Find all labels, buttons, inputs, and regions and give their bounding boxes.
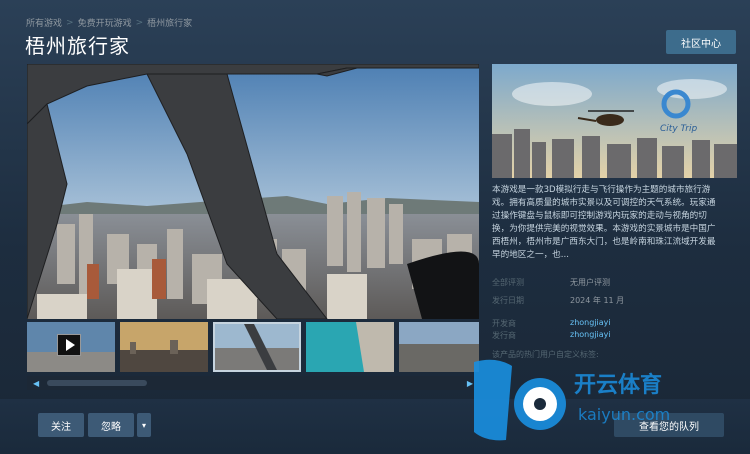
cockpit-city-image <box>27 64 479 319</box>
thumbnail-scrollbar[interactable]: ◀ ▶ <box>27 376 479 390</box>
publisher-label: 发行商 <box>492 331 516 340</box>
scroll-thumb[interactable] <box>47 380 147 386</box>
left-arrow-icon[interactable]: ◀ <box>33 379 39 388</box>
view-queue-button[interactable]: 查看您的队列 <box>614 413 724 437</box>
reviews-row: 全部评测 无用户评测 <box>492 277 610 288</box>
developer-label: 开发商 <box>492 319 516 328</box>
breadcrumb-separator: > <box>135 17 144 28</box>
publisher-link[interactable]: zhongjiayi <box>570 330 611 341</box>
community-hub-button[interactable]: 社区中心 <box>666 30 736 54</box>
reviews-value: 无用户评测 <box>570 278 610 287</box>
thumbnail-4-image <box>306 322 394 372</box>
developer-link[interactable]: zhongjiayi <box>570 318 611 329</box>
watermark-text: 开云体育 <box>574 372 662 398</box>
thumbnail-video[interactable] <box>27 322 115 372</box>
release-date-label: 发行日期 <box>492 296 524 305</box>
breadcrumb-free-games[interactable]: 免费开玩游戏 <box>78 16 132 29</box>
reviews-label: 全部评测 <box>492 278 524 287</box>
logo-text: City Trip <box>660 124 698 134</box>
thumbnail-4[interactable] <box>306 322 394 372</box>
thumbnail-3[interactable] <box>213 322 301 372</box>
thumbnail-2[interactable] <box>120 322 208 372</box>
page-title: 梧州旅行家 <box>25 34 130 58</box>
thumbnail-5-image <box>399 322 479 372</box>
publisher-row: 发行商 zhongjiayi <box>492 330 611 341</box>
thumbnail-3-image <box>213 322 301 372</box>
follow-button[interactable]: 关注 <box>38 413 84 437</box>
right-arrow-icon[interactable]: ▶ <box>467 379 473 388</box>
thumbnail-strip <box>27 322 479 374</box>
capsule-art: City Trip <box>492 64 737 178</box>
thumbnail-2-image <box>120 322 208 372</box>
tags-label: 该产品的热门用户自定义标签: <box>492 350 599 359</box>
breadcrumb-all-games[interactable]: 所有游戏 <box>26 16 62 29</box>
release-date-value: 2024 年 11 月 <box>570 296 625 305</box>
breadcrumb-separator: > <box>66 17 74 28</box>
game-description: 本游戏是一款3D模拟行走与飞行操作为主题的城市旅行游戏。拥有高质量的城市实景以及… <box>492 185 716 260</box>
header-capsule-image: City Trip <box>492 64 737 178</box>
breadcrumb-current-game[interactable]: 梧州旅行家 <box>147 16 192 29</box>
thumbnail-5[interactable] <box>399 322 479 372</box>
release-date-row: 发行日期 2024 年 11 月 <box>492 295 624 306</box>
chevron-down-icon[interactable]: ▾ <box>137 413 151 437</box>
developer-row: 开发商 zhongjiayi <box>492 318 611 329</box>
play-icon <box>57 334 81 356</box>
breadcrumb: 所有游戏 > 免费开玩游戏 > 梧州旅行家 <box>26 16 192 30</box>
main-screenshot[interactable] <box>27 64 479 319</box>
ignore-button[interactable]: 忽略 <box>88 413 134 437</box>
